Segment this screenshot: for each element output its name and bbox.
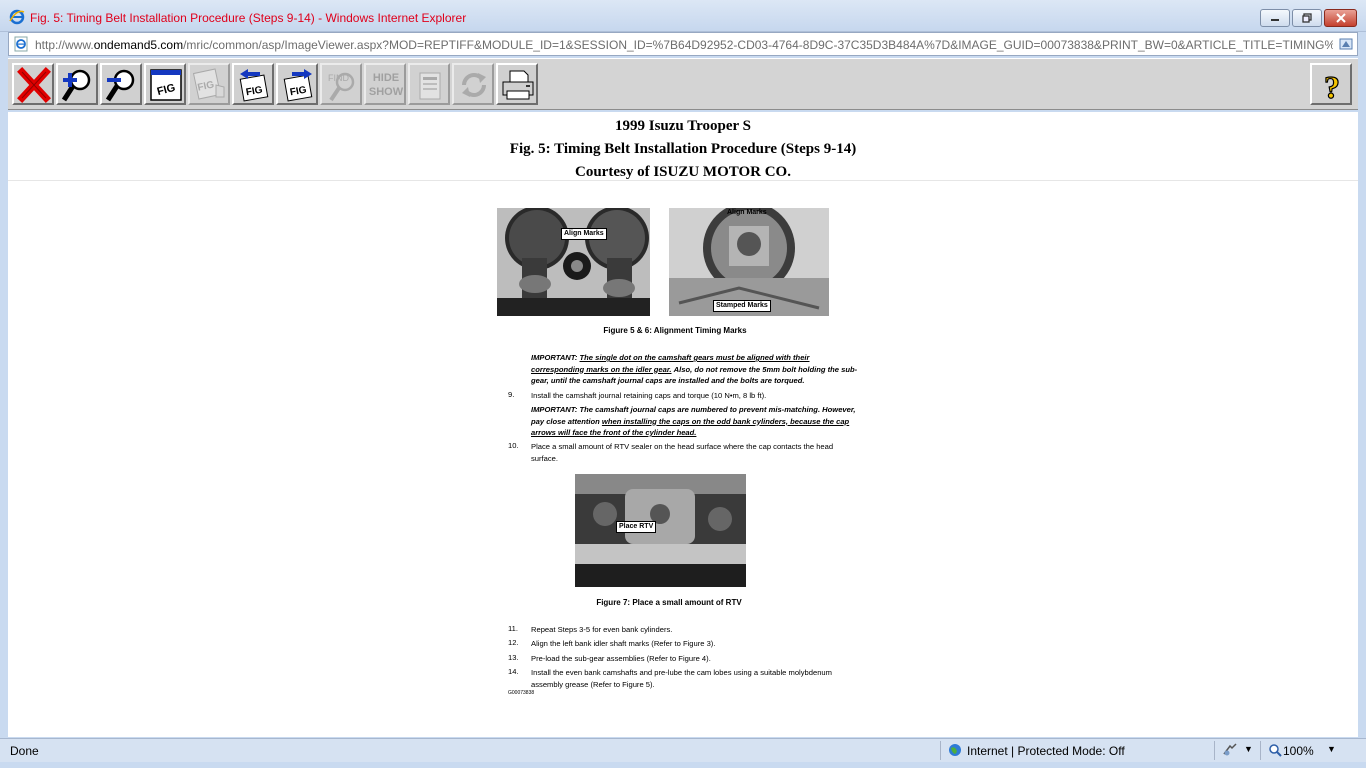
important-note-2: IMPORTANT: The camshaft journal caps are… (531, 405, 856, 437)
page-icon (14, 36, 28, 52)
callout-align-marks-2: Align Marks (727, 209, 767, 216)
previous-figure-button[interactable]: FIG (232, 63, 274, 105)
step-13-text: Pre-load the sub-gear assemblies (Refer … (531, 654, 711, 663)
refresh-button[interactable] (452, 63, 494, 105)
image-viewer-content: 1999 Isuzu Trooper S Fig. 5: Timing Belt… (8, 112, 1358, 737)
status-separator (940, 741, 941, 760)
restore-icon (1302, 13, 1312, 23)
window-title: Fig. 5: Timing Belt Installation Procedu… (30, 11, 467, 25)
close-viewer-button[interactable] (12, 63, 54, 105)
step-11-text: Repeat Steps 3-5 for even bank cylinders… (531, 625, 673, 634)
photo-rtv-placement: Place RTV (575, 474, 746, 587)
status-separator (1214, 741, 1215, 760)
browser-window: Fig. 5: Timing Belt Installation Procedu… (0, 0, 1366, 768)
close-icon (1335, 13, 1346, 23)
caption-figure-7: Figure 7: Place a small amount of RTV (596, 598, 742, 607)
step-14-text: Install the even bank camshafts and pre-… (531, 668, 832, 689)
step-12-text: Align the left bank idler shaft marks (R… (531, 639, 716, 648)
fig-window-icon: FIG (150, 69, 182, 101)
add-ons-icon[interactable] (1222, 743, 1238, 757)
step-number-12: 12. (508, 638, 519, 647)
photo-idler-gear: Align Marks Stamped Marks (669, 208, 829, 316)
article-header: 1999 Isuzu Trooper S Fig. 5: Timing Belt… (8, 112, 1358, 181)
step-number-9: 9. (508, 390, 515, 399)
security-zone-text[interactable]: Internet | Protected Mode: Off (967, 744, 1125, 758)
url-text[interactable]: http://www.ondemand5.com/mric/common/asp… (35, 38, 1333, 52)
red-x-icon (17, 67, 51, 103)
figure-title: Fig. 5: Timing Belt Installation Procedu… (509, 141, 857, 157)
help-button[interactable]: ? (1310, 63, 1352, 105)
minimize-button[interactable] (1260, 9, 1290, 27)
compatibility-view-icon[interactable] (1338, 36, 1354, 52)
callout-align-marks-1: Align Marks (561, 228, 607, 240)
internet-explorer-icon (9, 9, 25, 25)
status-bar: Done Internet | Protected Mode: Off ▼ 10… (0, 738, 1366, 762)
zoom-in-icon (61, 69, 91, 102)
photo-camshaft-gears: Align Marks (497, 208, 650, 316)
document-stack-icon (419, 72, 441, 100)
help-question-icon: ? (1323, 68, 1340, 103)
add-ons-dropdown-arrow[interactable]: ▼ (1244, 744, 1253, 754)
print-button[interactable] (496, 63, 538, 105)
step-number-13: 13. (508, 653, 519, 662)
status-text: Done (10, 744, 39, 758)
step-9-text: Install the camshaft journal retaining c… (531, 391, 767, 400)
important-note-1: IMPORTANT: The single dot on the camshaf… (531, 353, 858, 385)
vehicle-title: 1999 Isuzu Trooper S (614, 118, 751, 134)
zoom-out-icon (105, 69, 135, 102)
svg-text:HIDE: HIDE (373, 72, 399, 84)
zoom-dropdown-arrow[interactable]: ▼ (1327, 744, 1336, 754)
globe-icon (949, 744, 961, 756)
next-figure-button[interactable]: FIG (276, 63, 318, 105)
fig-hand-icon: FIG (192, 68, 225, 100)
callout-place-rtv: Place RTV (616, 521, 657, 533)
zoom-magnifier-icon[interactable] (1268, 743, 1282, 757)
find-magnifier-icon: FIND (328, 72, 355, 102)
document-button[interactable] (408, 63, 450, 105)
address-bar[interactable]: http://www.ondemand5.com/mric/common/asp… (8, 32, 1358, 56)
step-number-11: 11. (508, 624, 518, 633)
title-bar: Fig. 5: Timing Belt Installation Procedu… (0, 0, 1366, 32)
callout-stamped-marks: Stamped Marks (713, 300, 771, 312)
next-fig-icon: FIG (283, 69, 313, 102)
prev-fig-icon: FIG (239, 69, 269, 102)
find-button[interactable]: FIND (320, 63, 362, 105)
zoom-in-button[interactable] (56, 63, 98, 105)
window-bottom-border (0, 762, 1366, 768)
fit-window-button[interactable]: FIG (144, 63, 186, 105)
refresh-arrows-icon (462, 73, 486, 97)
fig-hand-button[interactable]: FIG (188, 63, 230, 105)
close-window-button[interactable] (1324, 9, 1357, 27)
step-number-14: 14. (508, 667, 519, 676)
hide-show-button[interactable]: HIDE SHOW (364, 63, 406, 105)
viewer-toolbar: FIG FIG FIG FIG FIND HIDE SHOW ? (8, 58, 1358, 110)
url-domain: ondemand5.com (93, 38, 184, 52)
step-number-10: 10. (508, 441, 519, 450)
zoom-out-button[interactable] (100, 63, 142, 105)
rtv-placement-illustration (575, 474, 746, 587)
maximize-button[interactable] (1292, 9, 1322, 27)
image-id-label: G00073838 (508, 690, 535, 696)
status-separator (1260, 741, 1261, 760)
zoom-level[interactable]: 100% (1283, 744, 1314, 758)
camshaft-gears-illustration (497, 208, 650, 316)
minimize-icon (1271, 19, 1279, 21)
svg-text:SHOW: SHOW (369, 86, 404, 98)
figure-document: Align Marks Align Marks Stamped Marks Fi… (495, 204, 857, 704)
hide-show-icon: HIDE SHOW (369, 72, 404, 98)
svg-text:?: ? (1324, 69, 1340, 103)
step-10-text: Place a small amount of RTV sealer on th… (531, 442, 834, 463)
courtesy-line: Courtesy of ISUZU MOTOR CO. (575, 164, 791, 180)
caption-figure-5-6: Figure 5 & 6: Alignment Timing Marks (603, 326, 747, 335)
printer-icon (502, 70, 534, 100)
